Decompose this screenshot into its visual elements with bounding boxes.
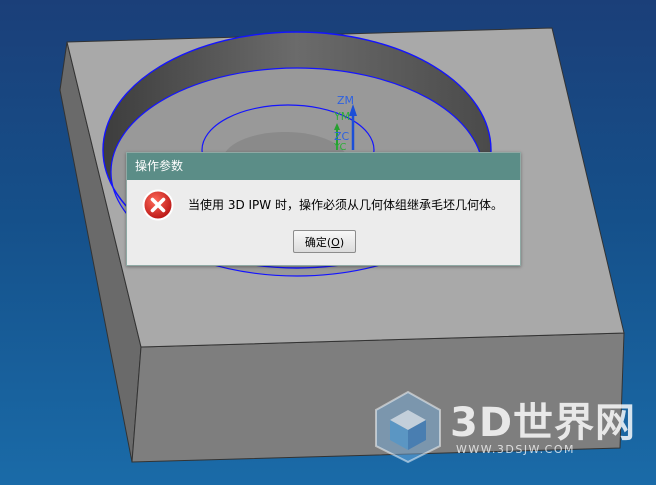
watermark-brand: 3D世界网: [450, 400, 637, 446]
dialog-message: 当使用 3D IPW 时，操作必须从几何体组继承毛坯几何体。: [188, 198, 503, 212]
error-icon: [142, 189, 174, 221]
ok-suffix: ): [339, 235, 345, 249]
dialog-title[interactable]: 操作参数: [127, 153, 520, 180]
watermark: 3D世界网 WWW.3DSJW.COM: [372, 390, 652, 470]
axis-label-ym: YM: [333, 110, 350, 123]
ok-button[interactable]: 确定(O): [293, 230, 356, 253]
cube-logo-icon: [375, 390, 441, 464]
watermark-url: WWW.3DSJW.COM: [456, 443, 575, 456]
ok-mnemonic: O: [331, 235, 340, 249]
error-dialog: 操作参数 当使用 3D IPW 时，操作必须从几何体组继承毛坯几何体。 确定(O…: [126, 152, 521, 266]
ok-label: 确定(: [304, 235, 332, 249]
axis-label-zm: ZM: [337, 94, 354, 107]
